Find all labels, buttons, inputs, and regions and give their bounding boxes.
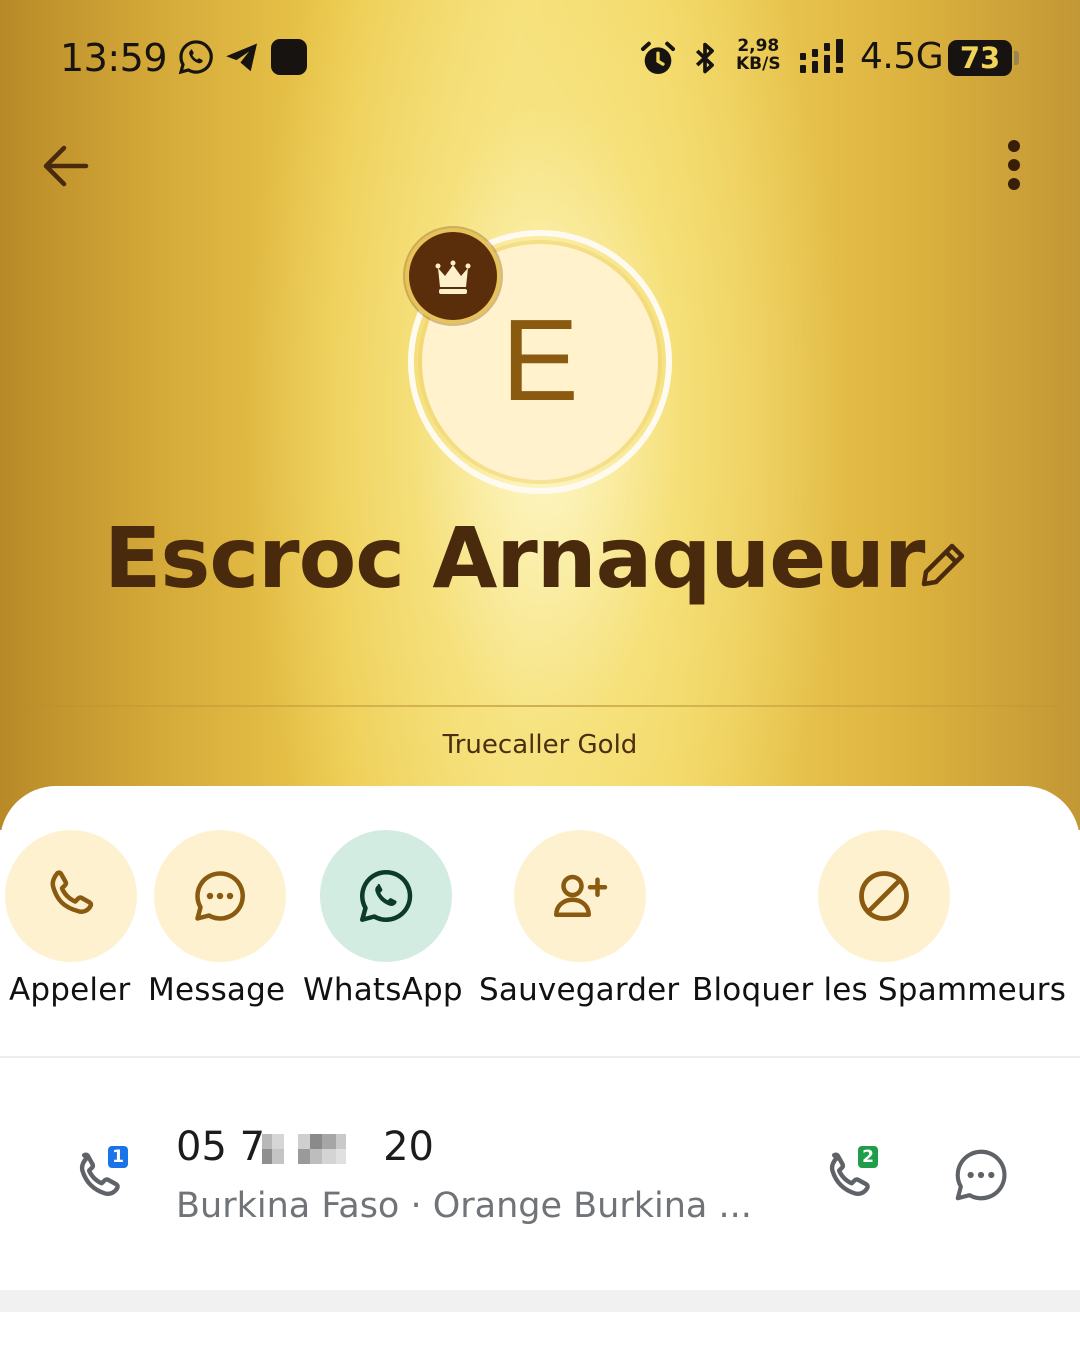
sim1-badge: 1 <box>108 1146 128 1168</box>
block-spammers-button[interactable] <box>818 830 950 962</box>
status-bar: 13:59 2,98 KB/S 4.5G 73 <box>0 30 1080 86</box>
phone-icon <box>50 870 94 914</box>
battery-indicator: 73 <box>948 40 1012 76</box>
block-icon <box>859 871 909 921</box>
section-separator <box>0 1290 1080 1312</box>
crown-icon <box>435 260 471 294</box>
message-icon <box>195 871 245 921</box>
contact-name-row: Escroc Arnaqueur <box>0 508 1080 618</box>
whatsapp-icon <box>178 40 213 75</box>
contact-name: Escroc Arnaqueur <box>104 509 925 607</box>
pencil-icon <box>921 543 965 587</box>
network-speed-value: 2,98 <box>737 36 780 56</box>
block-spammers-label: Bloquer les Spammeurs <box>692 972 1067 1008</box>
more-vertical-icon <box>1008 140 1020 190</box>
section-divider <box>0 1056 1080 1058</box>
header-divider <box>20 705 1060 707</box>
phone-number-start: 05 7 <box>176 1124 266 1170</box>
whatsapp-label: WhatsApp <box>303 972 463 1008</box>
call-label: Appeler <box>9 972 131 1008</box>
back-button[interactable] <box>36 136 96 196</box>
arrow-left-icon <box>43 145 89 187</box>
telegram-icon <box>226 43 258 72</box>
send-message-button[interactable] <box>950 1144 1012 1206</box>
phone-number-end: 20 <box>383 1124 434 1170</box>
gold-badge <box>405 228 501 324</box>
network-speed: 2,98 KB/S <box>736 37 781 73</box>
status-time: 13:59 <box>60 36 168 80</box>
signal-icon <box>800 39 843 73</box>
alarm-icon <box>641 41 675 74</box>
app-icon <box>271 39 307 75</box>
network-type: 4.5G <box>860 36 944 77</box>
message-icon <box>955 1149 1007 1201</box>
redacted-digits <box>262 1134 346 1164</box>
call-sim1-button[interactable]: 1 <box>66 1142 138 1208</box>
add-contact-icon <box>554 874 608 917</box>
more-options-button[interactable] <box>990 136 1038 196</box>
sim2-badge: 2 <box>858 1146 878 1168</box>
whatsapp-icon <box>360 869 413 922</box>
battery-tip <box>1014 51 1019 65</box>
whatsapp-button[interactable] <box>320 830 452 962</box>
message-button[interactable] <box>154 830 286 962</box>
bluetooth-icon <box>695 42 714 74</box>
edit-name-button[interactable] <box>916 538 970 592</box>
carrier-info: Burkina Faso · Orange Burkina ... <box>176 1186 752 1226</box>
call-sim2-button[interactable]: 2 <box>816 1142 888 1208</box>
network-speed-unit: KB/S <box>736 54 781 74</box>
save-contact-label: Sauvegarder <box>479 972 680 1008</box>
message-label: Message <box>148 972 286 1008</box>
save-contact-button[interactable] <box>514 830 646 962</box>
call-button[interactable] <box>5 830 137 962</box>
tier-label: Truecaller Gold <box>442 730 638 760</box>
